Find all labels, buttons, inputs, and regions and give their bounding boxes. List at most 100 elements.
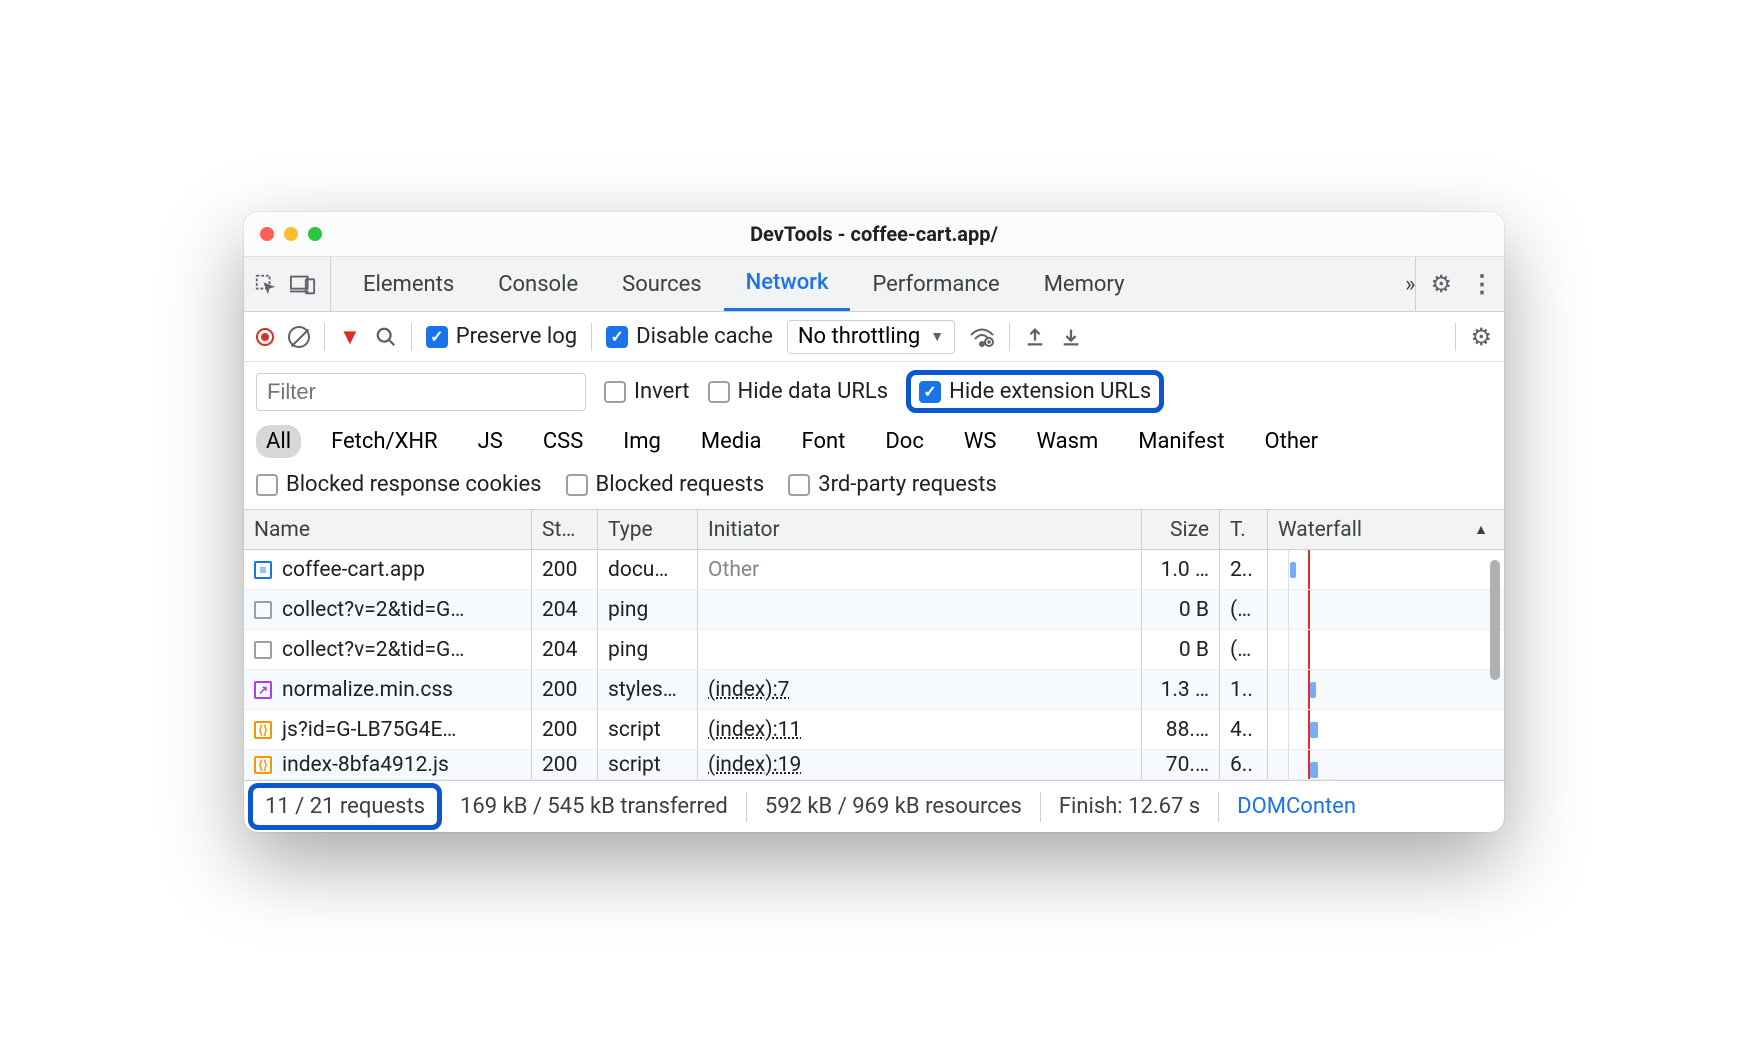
col-name[interactable]: Name (244, 510, 532, 549)
request-status: 200 (532, 710, 598, 749)
tab-elements[interactable]: Elements (341, 257, 476, 311)
col-initiator[interactable]: Initiator (698, 510, 1142, 549)
filter-input[interactable] (256, 373, 586, 411)
request-time: (… (1220, 590, 1268, 629)
request-initiator[interactable]: (index):7 (708, 678, 790, 702)
request-type: ping (598, 630, 698, 669)
blocked-cookies-checkbox[interactable] (256, 474, 278, 496)
table-row[interactable]: ⟨⟩index-8bfa4912.js200script(index):1970… (244, 750, 1504, 780)
upload-har-icon[interactable] (1024, 326, 1046, 348)
request-name: js?id=G-LB75G4E… (282, 718, 456, 742)
request-type: ping (598, 590, 698, 629)
request-initiator: Other (708, 558, 759, 582)
invert-checkbox[interactable] (604, 381, 626, 403)
more-tabs-icon[interactable]: » (1405, 272, 1415, 297)
request-type: docu… (598, 550, 698, 589)
window-title: DevTools - coffee-cart.app/ (244, 222, 1504, 246)
disable-cache-option[interactable]: Disable cache (606, 324, 773, 349)
status-bar: 11 / 21 requests 169 kB / 545 kB transfe… (244, 780, 1504, 832)
throttling-select[interactable]: No throttling ▼ (787, 320, 955, 354)
request-size: 70.… (1142, 750, 1220, 779)
sort-asc-icon: ▲ (1474, 521, 1488, 538)
request-initiator[interactable]: (index):11 (708, 718, 801, 742)
domcontentloaded-link[interactable]: DOMConten (1219, 792, 1374, 822)
col-time[interactable]: T. (1220, 510, 1268, 549)
type-filter-js[interactable]: JS (468, 425, 513, 458)
request-waterfall (1268, 710, 1504, 749)
request-name: collect?v=2&tid=G… (282, 638, 464, 662)
tab-console[interactable]: Console (476, 257, 600, 311)
blocked-requests-checkbox[interactable] (566, 474, 588, 496)
hide-extension-urls-option[interactable]: Hide extension URLs (919, 379, 1151, 404)
request-waterfall (1268, 750, 1504, 779)
device-toolbar-icon[interactable] (290, 273, 316, 295)
invert-option[interactable]: Invert (604, 379, 690, 404)
type-filter-css[interactable]: CSS (533, 425, 593, 458)
download-har-icon[interactable] (1060, 326, 1082, 348)
filter-icon[interactable]: ▼ (339, 324, 361, 350)
request-status: 200 (532, 670, 598, 709)
request-time: 4.. (1220, 710, 1268, 749)
third-party-checkbox[interactable] (788, 474, 810, 496)
settings-icon[interactable]: ⚙ (1430, 270, 1452, 298)
col-status[interactable]: St… (532, 510, 598, 549)
col-size[interactable]: Size (1142, 510, 1220, 549)
request-size: 1.0 … (1142, 550, 1220, 589)
record-button[interactable] (256, 328, 274, 346)
clear-button[interactable] (288, 326, 310, 348)
preserve-log-option[interactable]: Preserve log (426, 324, 577, 349)
search-icon[interactable] (375, 326, 397, 348)
kebab-menu-icon[interactable]: ⋮ (1470, 270, 1494, 298)
network-conditions-icon[interactable] (969, 326, 995, 348)
request-name: normalize.min.css (282, 678, 453, 702)
table-row[interactable]: collect?v=2&tid=G…204ping0 B(… (244, 630, 1504, 670)
request-time: 2.. (1220, 550, 1268, 589)
type-filter-other[interactable]: Other (1255, 425, 1329, 458)
scrollbar[interactable] (1490, 560, 1500, 680)
col-waterfall[interactable]: Waterfall ▲ (1268, 510, 1504, 549)
table-row[interactable]: ⟨⟩js?id=G-LB75G4E…200script(index):1188.… (244, 710, 1504, 750)
request-name: index-8bfa4912.js (282, 753, 449, 777)
type-filter-wasm[interactable]: Wasm (1026, 425, 1108, 458)
third-party-option[interactable]: 3rd-party requests (788, 472, 997, 497)
request-size: 88.… (1142, 710, 1220, 749)
type-filter-all[interactable]: All (256, 425, 301, 458)
disable-cache-checkbox[interactable] (606, 326, 628, 348)
blocked-requests-option[interactable]: Blocked requests (566, 472, 765, 497)
ping-file-icon (254, 641, 272, 659)
request-initiator[interactable]: (index):19 (708, 753, 801, 777)
request-size: 1.3 … (1142, 670, 1220, 709)
hide-data-urls-checkbox[interactable] (708, 381, 730, 403)
hide-extension-urls-checkbox[interactable] (919, 381, 941, 403)
table-row[interactable]: ↗normalize.min.css200styles…(index):71.3… (244, 670, 1504, 710)
tab-network[interactable]: Network (724, 257, 851, 311)
table-row[interactable]: ≡coffee-cart.app200docu…Other1.0 …2.. (244, 550, 1504, 590)
type-filter-media[interactable]: Media (691, 425, 772, 458)
request-name: coffee-cart.app (282, 558, 425, 582)
tab-performance[interactable]: Performance (850, 257, 1021, 311)
js-file-icon: ⟨⟩ (254, 756, 272, 774)
type-filter-font[interactable]: Font (792, 425, 856, 458)
preserve-log-checkbox[interactable] (426, 326, 448, 348)
request-size: 0 B (1142, 630, 1220, 669)
type-filter-fetch-xhr[interactable]: Fetch/XHR (321, 425, 448, 458)
request-status: 200 (532, 750, 598, 779)
table-header: Name St… Type Initiator Size T. Waterfal… (244, 510, 1504, 550)
type-filter-img[interactable]: Img (613, 425, 671, 458)
tab-memory[interactable]: Memory (1022, 257, 1147, 311)
type-filter-manifest[interactable]: Manifest (1128, 425, 1234, 458)
inspect-icon[interactable] (254, 273, 276, 295)
devtools-window: DevTools - coffee-cart.app/ ElementsCons… (244, 212, 1504, 832)
hide-data-urls-option[interactable]: Hide data URLs (708, 379, 889, 404)
resource-type-filter: All Fetch/XHR JS CSS Img Media Font Doc WS Wasm Ma… (244, 421, 1504, 468)
type-filter-ws[interactable]: WS (954, 425, 1007, 458)
panel-tabs: ElementsConsoleSourcesNetworkPerformance… (341, 257, 1405, 311)
table-row[interactable]: collect?v=2&tid=G…204ping0 B(… (244, 590, 1504, 630)
request-waterfall (1268, 670, 1504, 709)
request-table-body: ≡coffee-cart.app200docu…Other1.0 …2..col… (244, 550, 1504, 780)
network-settings-icon[interactable]: ⚙ (1470, 323, 1492, 351)
blocked-cookies-option[interactable]: Blocked response cookies (256, 472, 542, 497)
type-filter-doc[interactable]: Doc (875, 425, 934, 458)
tab-sources[interactable]: Sources (600, 257, 724, 311)
col-type[interactable]: Type (598, 510, 698, 549)
